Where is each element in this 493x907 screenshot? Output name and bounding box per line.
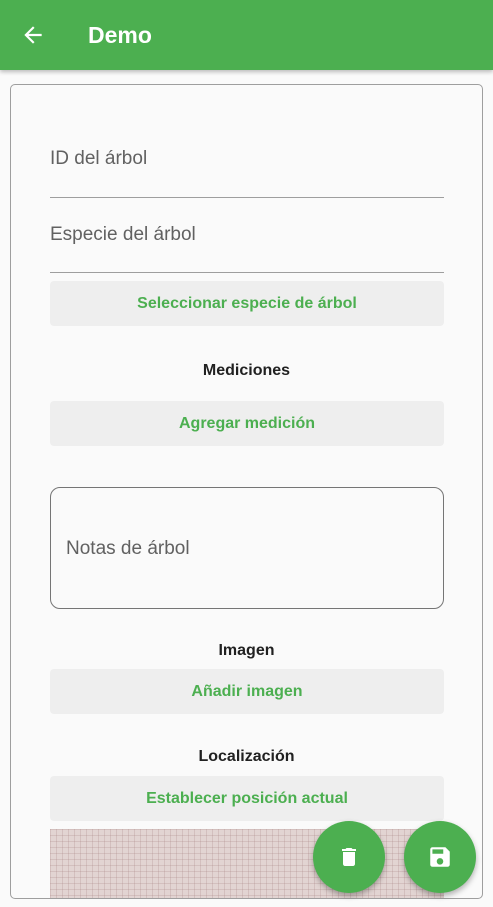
tree-notes-field[interactable]: Notas de árbol	[50, 487, 444, 609]
location-title: Localización	[198, 748, 295, 765]
save-icon	[427, 844, 453, 870]
save-button[interactable]	[404, 821, 476, 893]
tree-form-card: ID del árbol Especie del árbol Seleccion…	[10, 84, 483, 899]
tree-id-field[interactable]: ID del árbol	[50, 148, 444, 198]
image-title: Imagen	[218, 642, 275, 659]
back-button[interactable]	[13, 15, 53, 55]
set-current-position-button[interactable]: Establecer posición actual	[50, 776, 444, 821]
tree-species-label: Especie del árbol	[50, 224, 196, 245]
tree-id-underline	[50, 197, 444, 198]
delete-button[interactable]	[313, 821, 385, 893]
tree-notes-label: Notas de árbol	[66, 538, 190, 559]
location-map[interactable]	[50, 829, 444, 898]
add-image-button[interactable]: Añadir imagen	[50, 669, 444, 714]
app-screen: Demo ID del árbol Especie del árbol Sele…	[0, 0, 493, 907]
app-bar: Demo	[0, 0, 493, 70]
arrow-back-icon	[20, 22, 46, 48]
trash-icon	[337, 845, 361, 869]
page-title: Demo	[88, 22, 152, 48]
add-measurement-button[interactable]: Agregar medición	[50, 401, 444, 446]
select-species-button[interactable]: Seleccionar especie de árbol	[50, 281, 444, 326]
tree-id-label: ID del árbol	[50, 148, 148, 169]
measurements-title: Mediciones	[202, 362, 291, 379]
tree-species-field[interactable]: Especie del árbol	[50, 224, 444, 273]
tree-species-underline	[50, 272, 444, 273]
